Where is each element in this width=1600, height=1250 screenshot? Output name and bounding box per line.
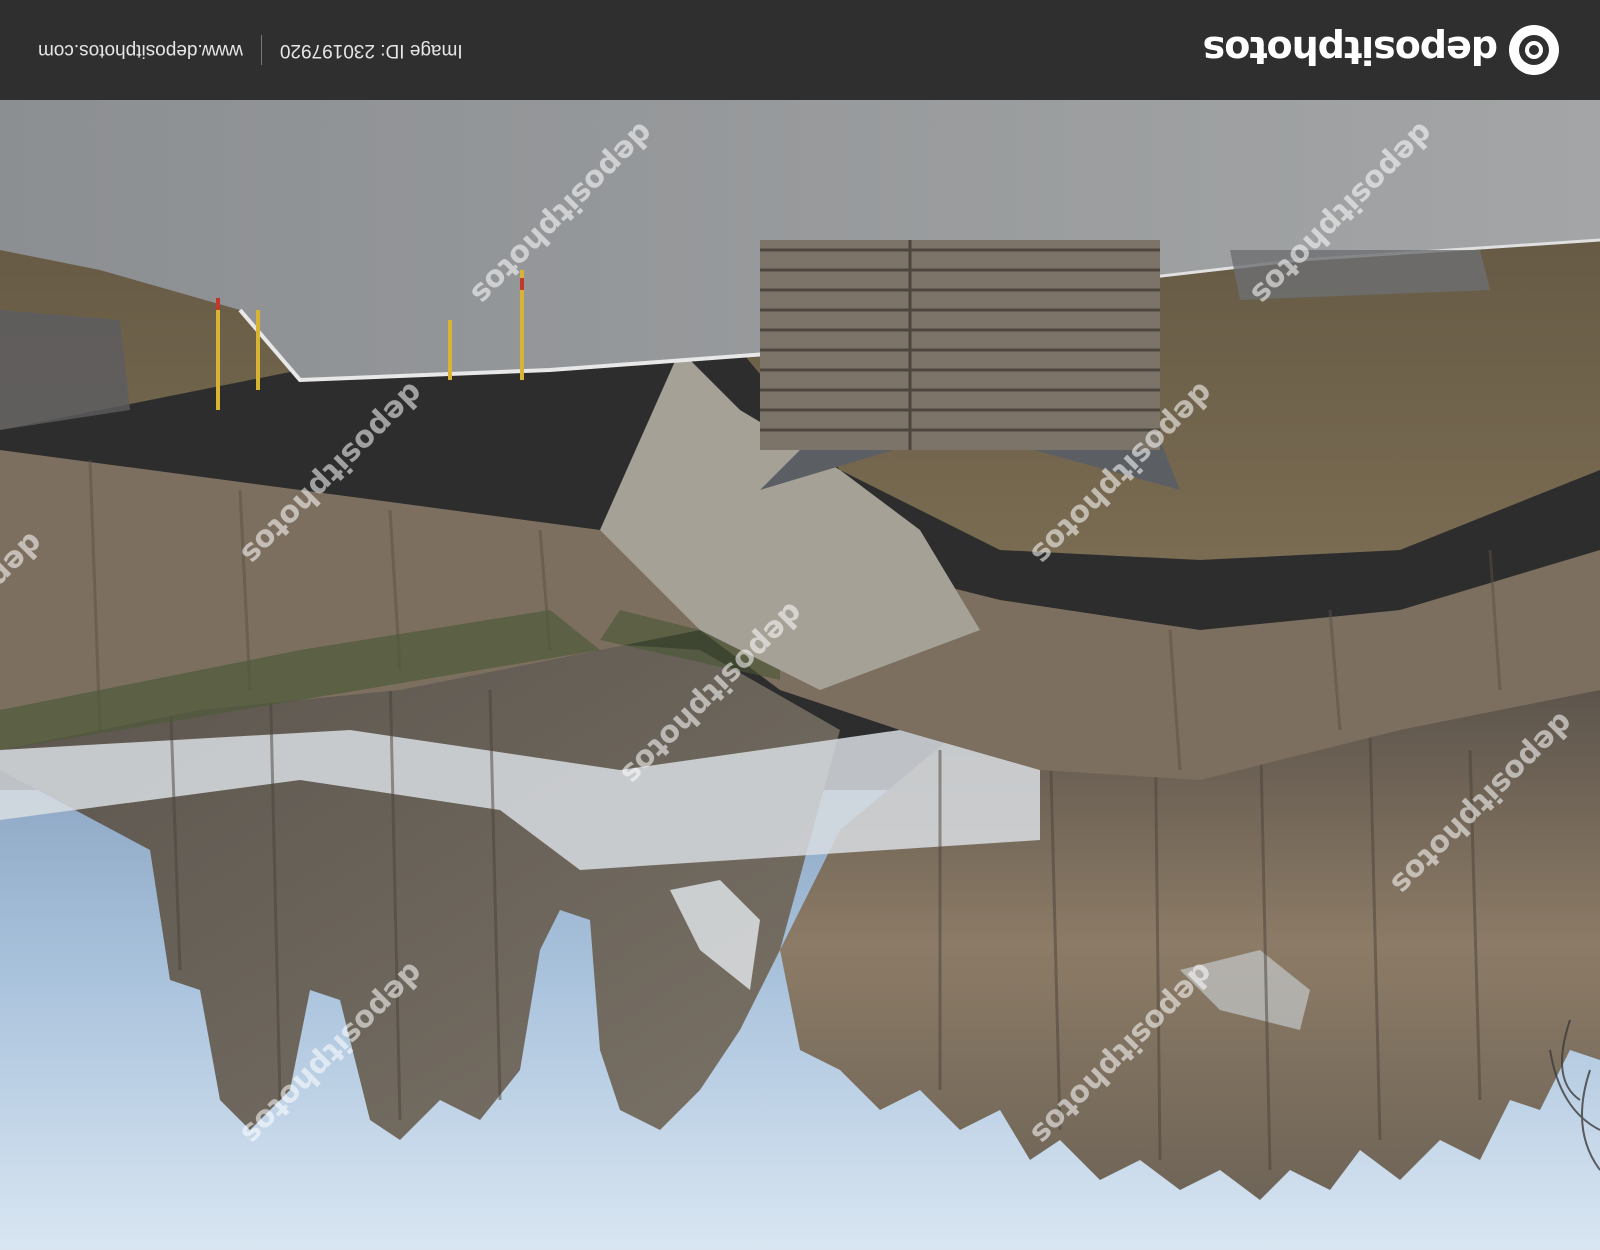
image-id: Image ID: 230197920 [279,40,463,61]
image-meta: Image ID: 230197920 www.depositphotos.co… [38,0,463,100]
brand-name: depositphotos [1203,28,1498,72]
stock-photo-page: depositphotos depositphotos depositphoto… [0,0,1600,1250]
footer-bar: depositphotos Image ID: 230197920 www.de… [0,0,1600,100]
brand-logo[interactable]: depositphotos [1204,24,1560,76]
rotated-content: depositphotos depositphotos depositphoto… [0,0,1600,1250]
website-link[interactable]: www.depositphotos.com [38,39,243,61]
meta-divider [260,35,262,65]
landscape-photo: depositphotos depositphotos depositphoto… [0,100,1600,1250]
camera-lens-icon [1508,24,1560,76]
